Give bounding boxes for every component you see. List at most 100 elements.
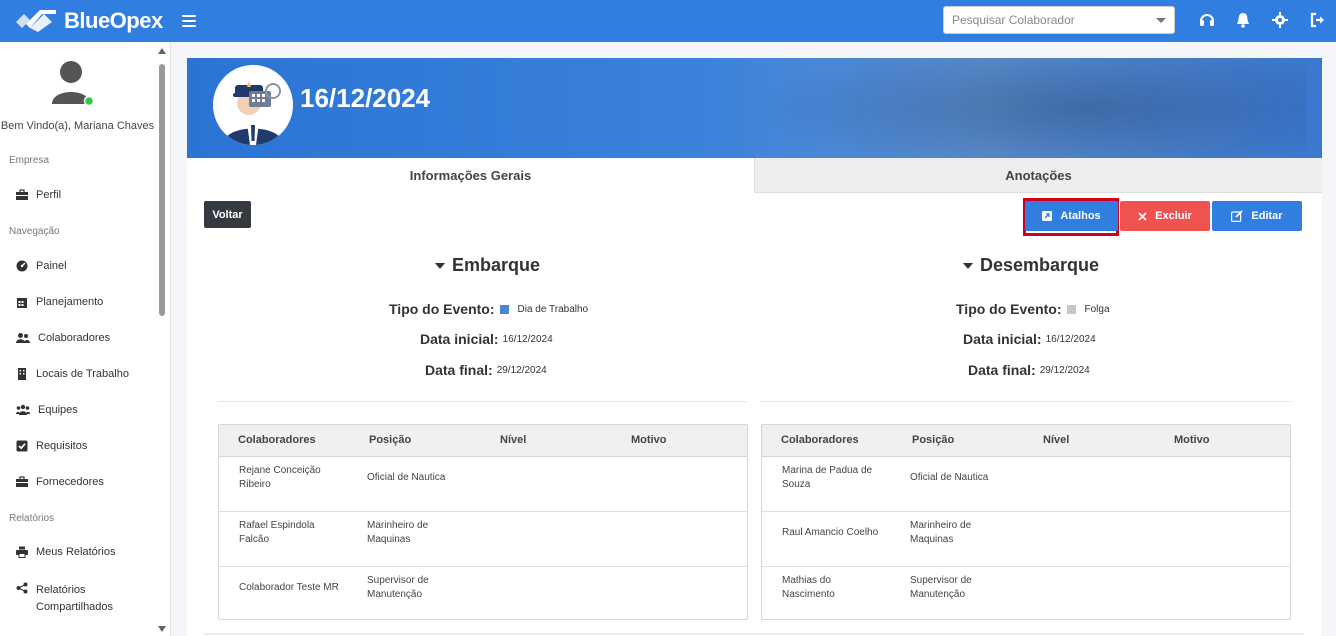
search-collaborator-select[interactable]: Pesquisar Colaborador [943, 6, 1175, 34]
table-row[interactable]: Raul Amancio Coelho Marinheiro de Maquin… [762, 512, 1290, 567]
search-placeholder: Pesquisar Colaborador [952, 13, 1075, 27]
desembarque-title[interactable]: Desembarque [963, 255, 1099, 276]
external-link-icon [1042, 211, 1053, 221]
sidebar: Bem Vindo(a), Mariana Chaves Empresa Per… [0, 42, 171, 636]
table-row[interactable]: Rejane Conceição Ribeiro Oficial de Naut… [219, 457, 747, 512]
start-date-value: 16/12/2024 [1045, 333, 1096, 345]
users-icon [16, 333, 30, 343]
sidebar-item-label: Requisitos [36, 440, 88, 452]
tab-informacoes-gerais[interactable]: Informações Gerais [187, 158, 754, 193]
sidebar-item-relatorios-compartilhados[interactable]: Relatórios Compartilhados [16, 582, 136, 616]
column-header[interactable]: Posição [912, 434, 954, 446]
sidebar-item-painel[interactable]: Painel [16, 260, 67, 272]
table-header: Colaboradores Posição Nível Motivo [762, 425, 1290, 457]
sidebar-item-fornecedores[interactable]: Fornecedores [16, 476, 104, 488]
embarque-event-type: Tipo do Evento: Dia de Trabalho [389, 301, 588, 317]
bell-icon[interactable] [1234, 11, 1252, 29]
sidebar-scroll-thumb[interactable] [159, 64, 165, 316]
sidebar-item-equipes[interactable]: Equipes [16, 404, 78, 416]
embarque-title[interactable]: Embarque [435, 255, 540, 276]
top-navbar: BlueOpex Pesquisar Colaborador [0, 0, 1336, 42]
tabs: Informações Gerais Anotações [187, 158, 1322, 193]
sidebar-item-planejamento[interactable]: Planejamento [16, 296, 103, 308]
column-header[interactable]: Motivo [631, 434, 666, 446]
event-color-swatch [1066, 304, 1076, 314]
back-button-label: Voltar [212, 208, 243, 221]
collaborator-position: Oficial de Nautica [910, 472, 989, 483]
sidebar-item-label: Equipes [38, 404, 78, 416]
column-header[interactable]: Nível [500, 434, 526, 446]
menu-toggle-icon[interactable] [182, 15, 196, 27]
event-type-label: Tipo do Evento: [956, 301, 1062, 317]
desembarque-title-text: Desembarque [980, 255, 1100, 275]
desembarque-start-date: Data inicial: 16/12/2024 [963, 331, 1096, 347]
table-row[interactable]: Mathias do Nascimento Supervisor de Manu… [762, 567, 1290, 622]
delete-button[interactable]: Excluir [1120, 201, 1210, 231]
sidebar-item-label: Fornecedores [36, 476, 104, 488]
desembarque-table: Colaboradores Posição Nível Motivo Marin… [761, 424, 1291, 620]
collaborator-position: Supervisor de Manutenção [910, 575, 972, 600]
sidebar-item-colaboradores[interactable]: Colaboradores [16, 332, 110, 344]
logo-mark-icon [16, 10, 56, 32]
share-icon [16, 582, 28, 594]
event-banner: 16/12/2024 [187, 58, 1322, 158]
section-empresa: Empresa [9, 155, 50, 166]
logo[interactable]: BlueOpex [16, 8, 176, 34]
team-icon [16, 404, 30, 415]
checkbox-icon [16, 440, 28, 452]
sidebar-item-label: Colaboradores [38, 332, 111, 344]
collaborator-position: Supervisor de Manutenção [367, 575, 429, 600]
edit-button-label: Editar [1251, 210, 1283, 222]
edit-button[interactable]: Editar [1212, 201, 1302, 231]
collaborator-name: Mathias do Nascimento [782, 575, 835, 600]
divider [218, 401, 748, 402]
logout-icon[interactable] [1309, 11, 1327, 29]
table-row[interactable]: Colaborador Teste MR Supervisor de Manut… [219, 567, 747, 622]
sidebar-item-label: Locais de Trabalho [36, 368, 129, 380]
dashboard-icon [16, 260, 28, 272]
sidebar-item-requisitos[interactable]: Requisitos [16, 440, 87, 452]
column-header[interactable]: Colaboradores [238, 434, 316, 446]
sidebar-item-meus-relatorios[interactable]: Meus Relatórios [16, 546, 115, 558]
end-date-label: Data final: [425, 362, 493, 378]
sidebar-item-perfil[interactable]: Perfil [16, 189, 61, 201]
column-header[interactable]: Motivo [1174, 434, 1209, 446]
section-relatorios: Relatórios [9, 513, 55, 524]
calendar-icon [17, 298, 27, 308]
start-date-label: Data inicial: [420, 331, 499, 347]
table-row[interactable]: Rafael Espindola Falcão Marinheiro de Ma… [219, 512, 747, 567]
shortcuts-button[interactable]: Atalhos [1025, 201, 1118, 231]
column-header[interactable]: Colaboradores [781, 434, 859, 446]
chevron-down-icon [1156, 18, 1166, 23]
divider [761, 401, 1291, 402]
start-date-value: 16/12/2024 [502, 333, 553, 345]
table-header: Colaboradores Posição Nível Motivo [219, 425, 747, 457]
column-header[interactable]: Nível [1043, 434, 1069, 446]
gear-icon[interactable] [1271, 11, 1289, 29]
section-navegacao: Navegação [9, 226, 60, 237]
scroll-up-icon[interactable] [158, 48, 166, 54]
scroll-down-icon[interactable] [158, 626, 166, 632]
delete-button-label: Excluir [1155, 210, 1192, 222]
collaborator-name: Raul Amancio Coelho [782, 527, 879, 538]
event-type-value: Folga [1066, 304, 1110, 315]
building-icon [18, 368, 26, 380]
shortcuts-button-label: Atalhos [1060, 210, 1101, 222]
tab-anotacoes[interactable]: Anotações [754, 158, 1322, 193]
embarque-end-date: Data final: 29/12/2024 [425, 362, 547, 378]
event-card: 16/12/2024 Informações Gerais Anotações … [187, 58, 1322, 636]
start-date-label: Data inicial: [963, 331, 1042, 347]
event-date: 16/12/2024 [300, 83, 431, 113]
briefcase-icon [16, 189, 28, 200]
sidebar-item-locais[interactable]: Locais de Trabalho [16, 368, 129, 380]
headset-icon[interactable] [1198, 11, 1216, 29]
end-date-value: 29/12/2024 [496, 364, 547, 376]
table-row[interactable]: Marina de Padua de Souza Oficial de Naut… [762, 457, 1290, 512]
printer-icon [16, 546, 28, 558]
briefcase-icon [16, 476, 28, 487]
column-header[interactable]: Posição [369, 434, 411, 446]
collaborator-name: Rejane Conceição Ribeiro [239, 465, 321, 490]
desembarque-end-date: Data final: 29/12/2024 [968, 362, 1090, 378]
sidebar-item-label: Meus Relatórios [36, 546, 116, 558]
back-button[interactable]: Voltar [204, 201, 251, 228]
